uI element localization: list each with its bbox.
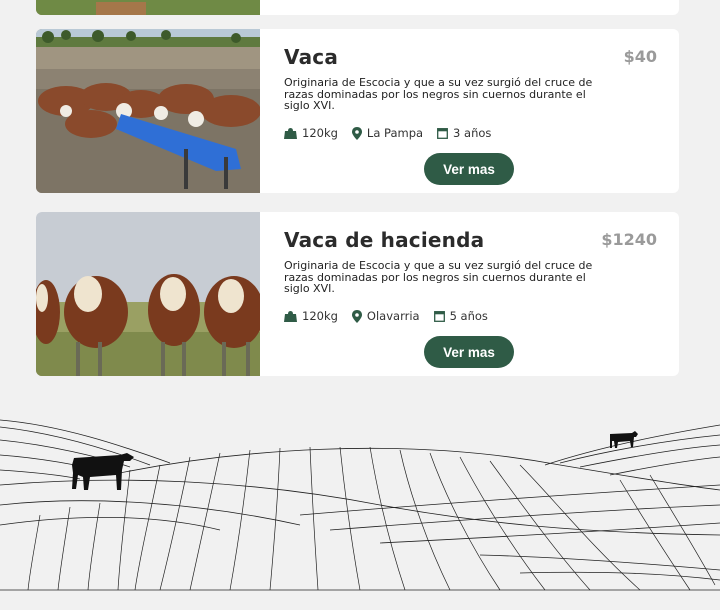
location-pin-icon (351, 309, 362, 323)
listing-card: Vaca $40 Originaria de Escocia y que a s… (36, 29, 679, 193)
listing-price: $1240 (601, 230, 657, 249)
location-info: La Pampa (351, 126, 424, 140)
listing-meta: 120kg La Pampa 3 años (284, 126, 505, 140)
listing-description: Originaria de Escocia y que a su vez sur… (284, 259, 593, 295)
listing-title: Vaca (284, 45, 339, 69)
weight-icon (284, 311, 297, 322)
listing-card-partial (36, 0, 679, 15)
weight-info: 120kg (284, 126, 338, 140)
location-pin-icon (351, 126, 362, 140)
weight-info: 120kg (284, 309, 338, 323)
age-value: 3 años (453, 126, 492, 140)
listing-title: Vaca de hacienda (284, 228, 485, 252)
cow-silhouette-icon (610, 431, 638, 448)
hills-illustration (0, 419, 720, 591)
weight-icon (284, 128, 297, 139)
listing-meta: 120kg Olavarria 5 años (284, 309, 502, 323)
location-info: Olavarria (351, 309, 420, 323)
listing-description: Originaria de Escocia y que a su vez sur… (284, 76, 593, 112)
age-info: 5 años (433, 309, 488, 323)
ver-mas-button[interactable]: Ver mas (424, 153, 514, 185)
listing-image-partial (36, 0, 260, 15)
calendar-icon (437, 128, 448, 139)
age-value: 5 años (449, 309, 488, 323)
listing-image (36, 212, 260, 376)
weight-value: 120kg (302, 126, 338, 140)
cow-silhouette-icon (72, 453, 134, 490)
ver-mas-button[interactable]: Ver mas (424, 336, 514, 368)
listing-image (36, 29, 260, 193)
listing-price: $40 (623, 47, 657, 66)
calendar-icon (433, 311, 445, 322)
age-info: 3 años (437, 126, 491, 140)
listing-card: Vaca de hacienda $1240 Originaria de Esc… (36, 212, 679, 376)
weight-value: 120kg (302, 309, 338, 323)
location-value: Olavarria (366, 309, 420, 323)
location-value: La Pampa (366, 126, 424, 140)
